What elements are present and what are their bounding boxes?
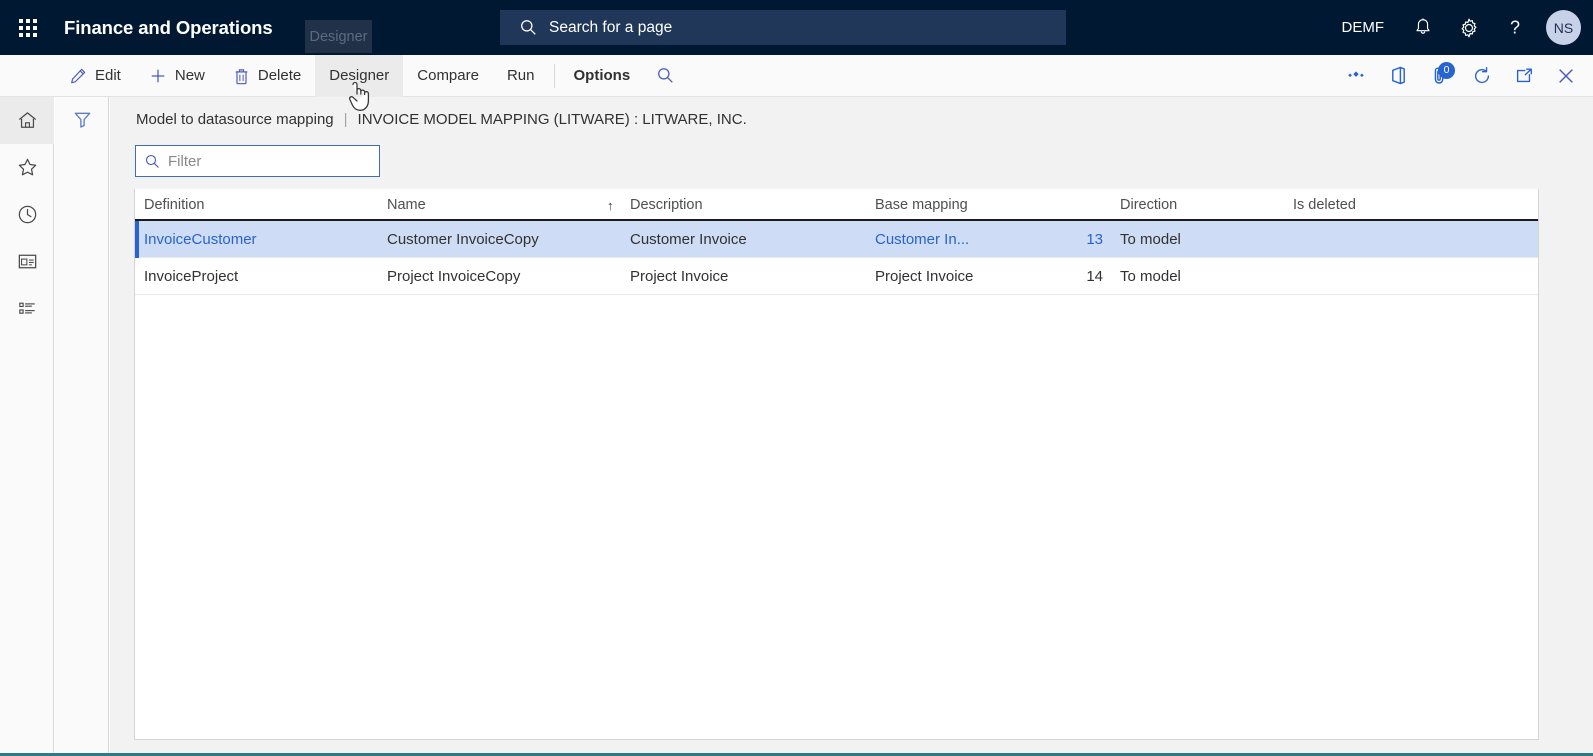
nav-workspaces[interactable] (0, 238, 54, 285)
breadcrumb-link[interactable]: Model to datasource mapping (136, 111, 334, 128)
app-title: Finance and Operations (64, 16, 273, 38)
settings-gear-icon[interactable] (1446, 0, 1492, 55)
cell-description: Project Invoice (630, 268, 729, 285)
edit-button[interactable]: Edit (55, 55, 135, 97)
nav-modules[interactable] (0, 285, 54, 332)
close-page-icon[interactable] (1545, 55, 1587, 97)
cell-number[interactable]: 13 (1055, 221, 1103, 258)
new-button-label: New (174, 67, 205, 84)
filter-input[interactable]: Filter (135, 145, 380, 177)
delete-button-label: Delete (257, 67, 302, 84)
global-search-box[interactable]: Search for a page (500, 10, 1066, 45)
cell-base-mapping: Project Invoice (875, 268, 974, 285)
filter-input-placeholder: Filter (168, 152, 202, 170)
run-button[interactable]: Run (493, 55, 549, 97)
cell-direction: To model (1120, 231, 1181, 248)
user-avatar[interactable]: NS (1546, 10, 1581, 45)
svg-text:?: ? (1510, 18, 1520, 38)
cell-description: Customer Invoice (630, 231, 747, 248)
open-in-new-icon[interactable] (1503, 55, 1545, 97)
page-title: INVOICE MODEL MAPPING (LITWARE) : LITWAR… (357, 111, 747, 128)
col-is-deleted[interactable]: Is deleted (1293, 189, 1356, 221)
delete-button[interactable]: Delete (219, 55, 315, 97)
pencil-icon (69, 67, 87, 85)
compare-button[interactable]: Compare (403, 55, 493, 97)
company-selector[interactable]: DEMF (1342, 19, 1385, 36)
designer-button[interactable]: Designer (315, 54, 404, 97)
office-app-icon[interactable] (1377, 55, 1419, 97)
command-bar-divider (553, 63, 555, 88)
nav-home[interactable] (0, 97, 54, 144)
navigation-rail (0, 97, 54, 756)
col-name-sort-asc-icon: ↑ (607, 197, 614, 213)
col-definition[interactable]: Definition (144, 189, 204, 221)
breadcrumb-divider: | (343, 111, 348, 128)
notifications-bell-icon[interactable] (1400, 0, 1446, 55)
col-direction[interactable]: Direction (1120, 189, 1177, 221)
nav-recent[interactable] (0, 191, 54, 238)
command-bar: Edit New Delete Designer Compare Run Opt… (0, 54, 1593, 97)
help-question-icon[interactable]: ? (1492, 0, 1538, 55)
designer-button-label: Designer (329, 67, 390, 84)
cell-base-mapping[interactable]: Customer In... (875, 221, 969, 258)
edit-button-label: Edit (95, 67, 121, 84)
breadcrumb: Model to datasource mapping | INVOICE MO… (136, 111, 747, 128)
compare-button-label: Compare (417, 67, 479, 84)
attachments-icon[interactable]: 0 (1419, 55, 1461, 97)
cell-number: 14 (1086, 268, 1103, 285)
new-button[interactable]: New (135, 55, 219, 97)
command-search-icon[interactable] (644, 55, 686, 97)
plus-icon (149, 67, 167, 85)
attachments-count-badge: 0 (1438, 61, 1455, 79)
options-button-label: Options (573, 67, 631, 84)
cell-definition[interactable]: InvoiceCustomer (144, 221, 257, 258)
nav-favorites[interactable] (0, 144, 54, 191)
app-launcher-grid-icon[interactable] (0, 0, 55, 55)
options-button[interactable]: Options (560, 55, 645, 97)
cell-direction: To model (1120, 268, 1181, 285)
global-search-placeholder: Search for a page (549, 18, 673, 36)
app-header: Finance and Operations Search for a page… (0, 0, 1593, 55)
main-workspace: Model to datasource mapping | INVOICE MO… (110, 97, 1593, 756)
command-bar-right-group: 0 (1335, 55, 1587, 97)
table-row[interactable]: InvoiceProject Project InvoiceCopy Proje… (135, 258, 1538, 295)
grid-header-row: Definition Name ↑ Description Base mappi… (135, 189, 1538, 221)
filter-rail (55, 97, 109, 756)
power-bi-flow-icon[interactable] (1335, 55, 1377, 97)
col-base-mapping[interactable]: Base mapping (875, 189, 968, 221)
data-grid: Definition Name ↑ Description Base mappi… (134, 189, 1539, 740)
trash-icon (233, 67, 250, 85)
command-bar-left-group: Edit New Delete Designer Compare Run Opt… (55, 54, 686, 97)
cell-name: Customer InvoiceCopy (387, 231, 539, 248)
search-icon (145, 154, 160, 169)
col-description[interactable]: Description (630, 189, 703, 221)
table-row[interactable]: InvoiceCustomer Customer InvoiceCopy Cus… (135, 221, 1538, 258)
header-right-group: DEMF ? NS (1342, 0, 1593, 55)
refresh-icon[interactable] (1461, 55, 1503, 97)
search-icon (520, 19, 537, 36)
funnel-filter-icon[interactable] (55, 97, 109, 141)
cell-definition[interactable]: InvoiceProject (144, 258, 238, 295)
cell-name: Project InvoiceCopy (387, 268, 521, 285)
col-name[interactable]: Name (387, 189, 426, 221)
run-button-label: Run (506, 67, 535, 84)
